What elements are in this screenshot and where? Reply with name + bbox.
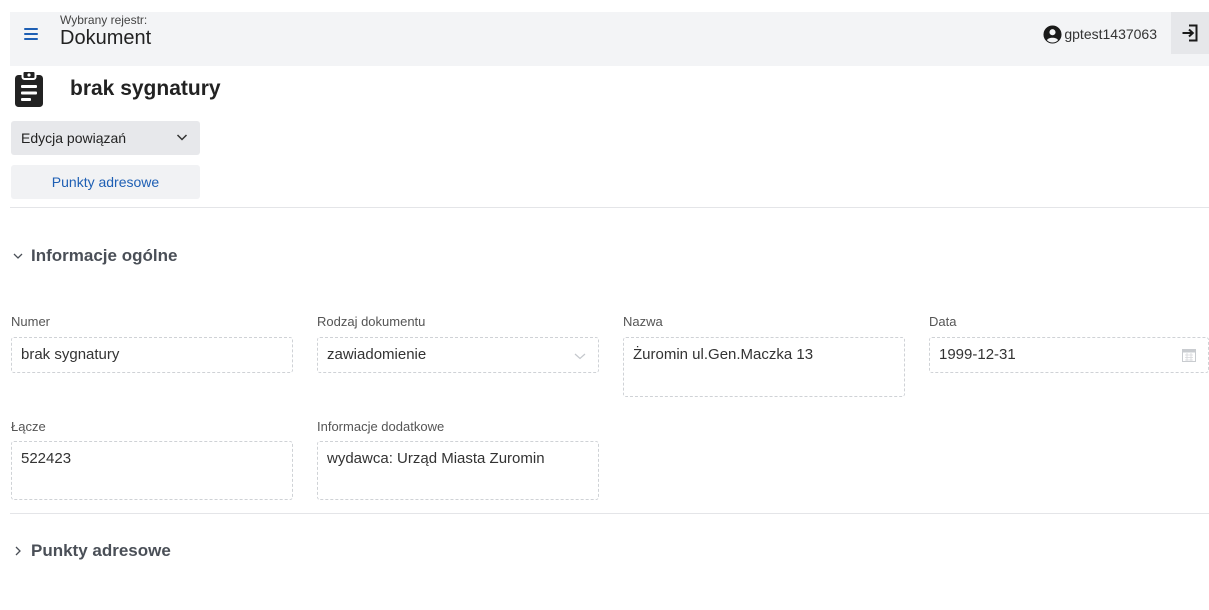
logout-icon	[1182, 24, 1198, 42]
address-points-button-label: Punkty adresowe	[51, 174, 160, 190]
section-addresses-toggle[interactable]: Punkty adresowe	[12, 541, 171, 561]
numer-label: Numer	[11, 314, 51, 329]
edit-relations-label: Edycja powiązań	[21, 130, 127, 146]
edit-relations-dropdown[interactable]: Edycja powiązań	[11, 121, 200, 155]
divider	[10, 207, 1209, 208]
registry-caption: Wybrany rejestr:	[60, 13, 148, 27]
username: gptest1437063	[1064, 26, 1157, 42]
logout-button[interactable]	[1171, 12, 1209, 54]
top-bar: Wybrany rejestr: Dokument gptest1437063	[10, 12, 1209, 66]
chevron-right-icon	[15, 546, 21, 556]
date-field[interactable]: 1999-12-31	[929, 337, 1209, 373]
numer-field[interactable]: brak sygnatury	[11, 337, 293, 373]
user-circle-icon	[1043, 24, 1062, 44]
section-addresses-title: Punkty adresowe	[31, 541, 171, 560]
hamburger-icon[interactable]	[24, 28, 38, 40]
document-title: brak sygnatury	[70, 77, 221, 100]
chevron-down-icon	[574, 353, 586, 360]
lacze-label: Łącze	[11, 419, 46, 434]
document-header: brak sygnatury	[14, 68, 221, 110]
nazwa-value: Żuromin ul.Gen.Maczka 13	[633, 346, 814, 363]
address-points-button[interactable]: Punkty adresowe	[11, 165, 200, 199]
rodzaj-value: zawiadomienie	[327, 346, 427, 363]
nazwa-field[interactable]: Żuromin ul.Gen.Maczka 13	[623, 337, 905, 397]
rodzaj-select[interactable]: zawiadomienie	[317, 337, 599, 373]
rodzaj-label: Rodzaj dokumentu	[317, 314, 426, 329]
chevron-down-icon	[13, 253, 23, 259]
info-field[interactable]: wydawca: Urząd Miasta Zuromin	[317, 441, 599, 500]
section-general-toggle[interactable]: Informacje ogólne	[12, 246, 177, 266]
chevron-down-icon	[176, 134, 188, 141]
numer-value: brak sygnatury	[21, 346, 120, 363]
divider	[10, 513, 1209, 514]
section-general-title: Informacje ogólne	[31, 246, 178, 265]
clipboard-icon	[15, 70, 43, 107]
lacze-value: 522423	[21, 450, 72, 467]
lacze-field[interactable]: 522423	[11, 441, 293, 500]
date-value: 1999-12-31	[939, 346, 1016, 363]
info-label: Informacje dodatkowe	[317, 419, 445, 434]
registry-name: Dokument	[60, 27, 152, 49]
user-menu[interactable]: gptest1437063	[1043, 24, 1157, 44]
info-value: wydawca: Urząd Miasta Zuromin	[327, 450, 545, 467]
nazwa-label: Nazwa	[623, 314, 663, 329]
calendar-icon[interactable]	[1182, 348, 1196, 362]
data-label: Data	[929, 314, 957, 329]
